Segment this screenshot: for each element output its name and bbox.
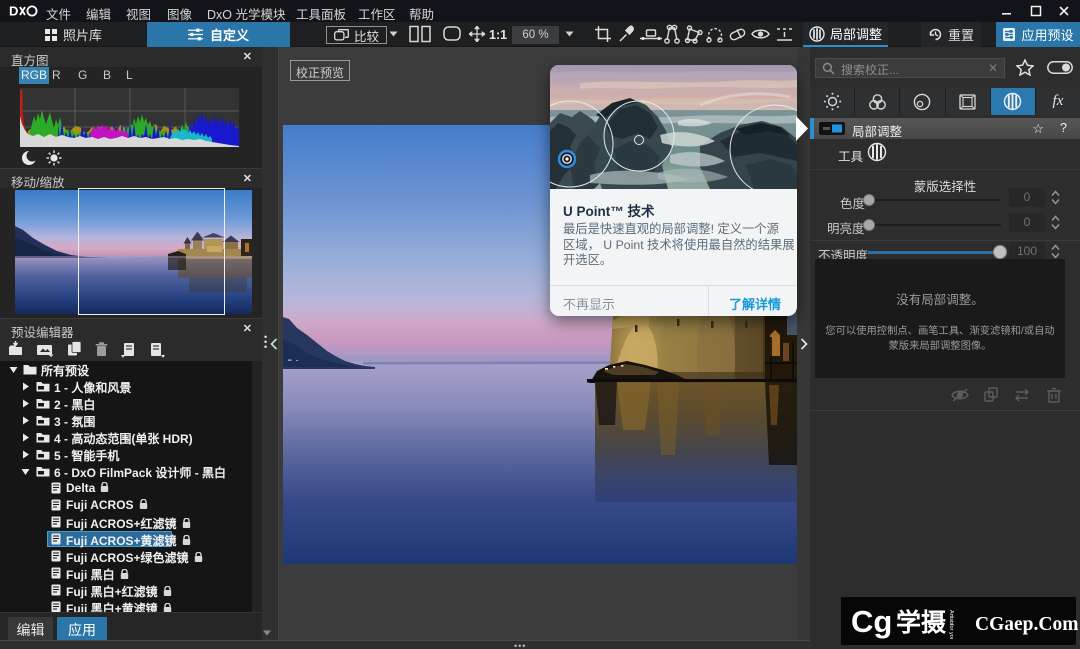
svg-text:CGaep.Com: CGaep.Com — [975, 614, 1078, 635]
svg-text:for you: for you — [948, 624, 954, 639]
svg-text:Cg: Cg — [851, 604, 892, 639]
svg-text:D: D — [9, 5, 18, 17]
svg-text:学摄: 学摄 — [896, 608, 947, 637]
